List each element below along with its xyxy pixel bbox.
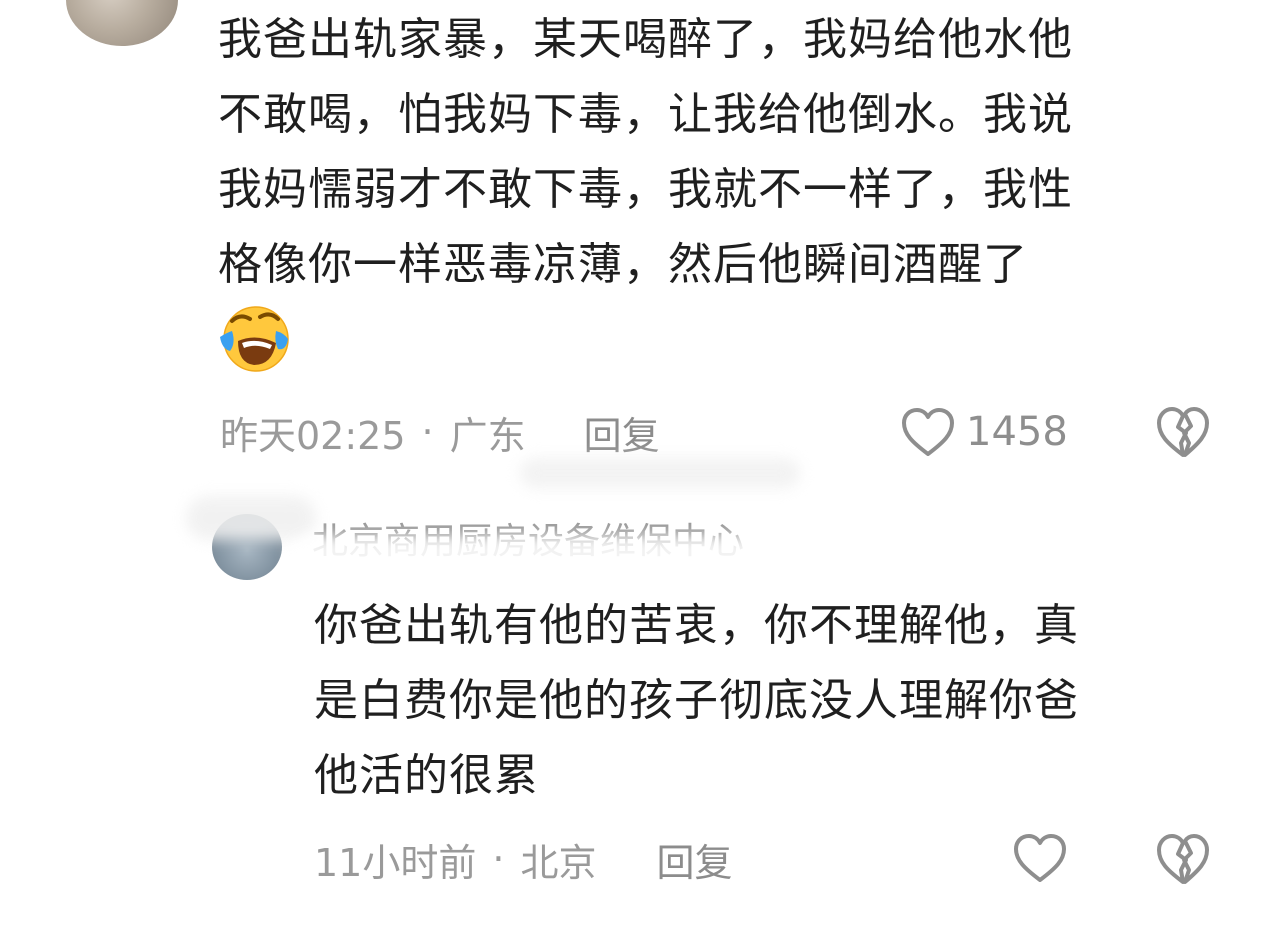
comment-line: 你爸出轨有他的苦衷，你不理解他，真 <box>314 600 1079 651</box>
reply-button[interactable]: 回复 <box>584 405 660 460</box>
comment-location: 广东 <box>449 413 526 458</box>
heart-outline-icon <box>1014 834 1066 882</box>
comment-line: 是白费你是他的孩子彻底没人理解你爸 <box>314 675 1079 726</box>
reply-button[interactable]: 回复 <box>656 832 732 887</box>
comment-line: 格像你一样恶毒凉薄，然后他瞬间酒醒了 <box>218 239 1028 290</box>
meta-separator: · <box>421 410 434 454</box>
reply-meta: 11小时前 · 北京 回复 <box>314 832 732 887</box>
broken-heart-icon[interactable] <box>1155 832 1211 886</box>
like-button[interactable]: 1458 <box>900 404 1068 460</box>
like-button[interactable] <box>1012 830 1068 886</box>
heart-outline-icon <box>902 408 954 456</box>
comment-time: 昨天02:25 <box>220 413 406 458</box>
comment-time: 11小时前 <box>314 840 477 885</box>
comment-line: 不敢喝，怕我妈下毒，让我给他倒水。我说 <box>218 89 1073 140</box>
broken-heart-icon[interactable] <box>1155 405 1211 459</box>
meta-separator: · <box>492 837 505 881</box>
comment-meta: 昨天02:25 · 广东 回复 <box>220 405 660 460</box>
tears-of-joy-emoji <box>220 306 289 372</box>
comment-line: 我爸出轨家暴，某天喝醉了，我妈给他水他 <box>218 14 1073 65</box>
comment-body: 我爸出轨家暴，某天喝醉了，我妈给他水他 不敢喝，怕我妈下毒，让我给他倒水。我说 … <box>218 2 1073 302</box>
reply-body: 你爸出轨有他的苦衷，你不理解他，真 是白费你是他的孩子彻底没人理解你爸 他活的很… <box>314 588 1079 813</box>
comment-thread: 我爸出轨家暴，某天喝醉了，我妈给他水他 不敢喝，怕我妈下毒，让我给他倒水。我说 … <box>0 0 1278 928</box>
redaction-blur <box>290 536 910 576</box>
commenter-avatar[interactable] <box>66 0 178 46</box>
like-count: 1458 <box>966 409 1068 455</box>
redaction-blur <box>520 458 800 488</box>
comment-location: 北京 <box>520 840 597 885</box>
comment-line: 我妈懦弱才不敢下毒，我就不一样了，我性 <box>218 164 1073 215</box>
redaction-blur <box>186 496 316 540</box>
comment-line: 他活的很累 <box>314 750 539 801</box>
